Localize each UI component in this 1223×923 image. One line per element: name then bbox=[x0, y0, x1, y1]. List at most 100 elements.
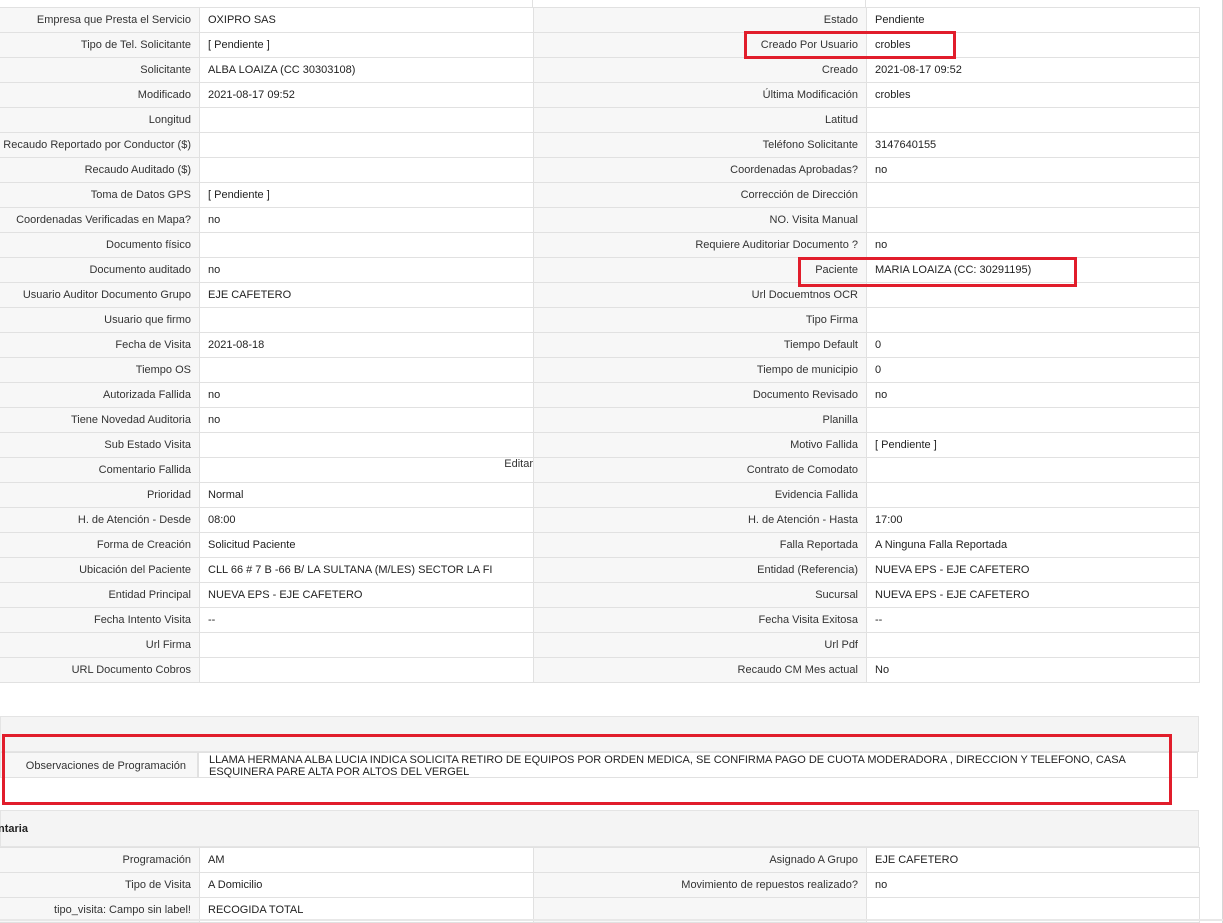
field-value: 2021-08-17 09:52 bbox=[866, 57, 1200, 83]
field-value: crobles bbox=[866, 82, 1200, 108]
table-row: Modificado 2021-08-17 09:52 Última Modific… bbox=[0, 82, 1200, 108]
field-value bbox=[866, 307, 1200, 333]
field-label: Requiere Auditoriar Documento ? bbox=[533, 232, 867, 258]
field-value: EJE CAFETERO bbox=[866, 847, 1200, 873]
observations-section-header bbox=[0, 716, 1199, 752]
field-value: NUEVA EPS - EJE CAFETERO bbox=[866, 582, 1200, 608]
field-label: Recaudo Auditado ($) bbox=[0, 157, 200, 183]
table-row: Usuario Auditor Documento Grupo EJE CAFET… bbox=[0, 282, 1200, 308]
field-label: Solicitante bbox=[0, 57, 200, 83]
field-value bbox=[866, 632, 1200, 658]
field-label: Empresa que Presta el Servicio bbox=[0, 7, 200, 33]
field-value: no bbox=[866, 157, 1200, 183]
field-value bbox=[866, 482, 1200, 508]
field-label: Forma de Creación bbox=[0, 532, 200, 558]
field-value: EJE CAFETERO bbox=[199, 282, 534, 308]
field-value: 0 bbox=[866, 332, 1200, 358]
field-value: no bbox=[199, 382, 534, 408]
table-row: Comentario Fallida Editar Contrato de Como… bbox=[0, 457, 1200, 483]
field-label: Latitud bbox=[533, 107, 867, 133]
field-value bbox=[866, 407, 1200, 433]
field-value: 17:00 bbox=[866, 507, 1200, 533]
field-value: Normal bbox=[199, 482, 534, 508]
field-value: no bbox=[199, 207, 534, 233]
field-label: H. de Atención - Desde bbox=[0, 507, 200, 533]
field-value bbox=[199, 107, 534, 133]
field-label: Motivo Fallida bbox=[533, 432, 867, 458]
field-value: 3147640155 bbox=[866, 132, 1200, 158]
field-value: [ Pendiente ] bbox=[866, 432, 1200, 458]
field-label: Ubicación del Paciente bbox=[0, 557, 200, 583]
field-label: Recaudo CM Mes actual bbox=[533, 657, 867, 683]
field-label: Coordenadas Verificadas en Mapa? bbox=[0, 207, 200, 233]
field-value: Pendiente bbox=[866, 7, 1200, 33]
table-row: Entidad Principal NUEVA EPS - EJE CAFETER… bbox=[0, 582, 1200, 608]
field-value: 0 bbox=[866, 357, 1200, 383]
field-label: Programación bbox=[0, 847, 200, 873]
edit-link[interactable]: Editar bbox=[504, 458, 533, 470]
table-row: Tiempo OS Tiempo de municipio 0 bbox=[0, 357, 1200, 383]
field-label: Estado bbox=[533, 7, 867, 33]
field-label: Evidencia Fallida bbox=[533, 482, 867, 508]
field-value: A Ninguna Falla Reportada bbox=[866, 532, 1200, 558]
field-label: Toma de Datos GPS bbox=[0, 182, 200, 208]
field-label: Documento físico bbox=[0, 232, 200, 258]
table-row: Solicitante ALBA LOAIZA (CC 30303108) Crea… bbox=[0, 57, 1200, 83]
field-label: Recaudo Reportado por Conductor ($) bbox=[0, 132, 200, 158]
table-row: Usuario que firmo Tipo Firma bbox=[0, 307, 1200, 333]
field-label: Contrato de Comodato bbox=[533, 457, 867, 483]
table-row: Sub Estado Visita Motivo Fallida[ Pendien… bbox=[0, 432, 1200, 458]
field-value bbox=[866, 182, 1200, 208]
section-header-complementaria bbox=[0, 810, 1199, 847]
field-value bbox=[866, 282, 1200, 308]
field-label: Autorizada Fallida bbox=[0, 382, 200, 408]
field-label: Tiene Novedad Auditoria bbox=[0, 407, 200, 433]
table-row: Empresa que Presta el Servicio OXIPRO SAS… bbox=[0, 7, 1200, 33]
field-label: Longitud bbox=[0, 107, 200, 133]
field-value bbox=[199, 307, 534, 333]
field-value: no bbox=[866, 382, 1200, 408]
field-value: ALBA LOAIZA (CC 30303108) bbox=[199, 57, 534, 83]
field-value: -- bbox=[199, 607, 534, 633]
field-label: Entidad (Referencia) bbox=[533, 557, 867, 583]
field-label: Sucursal bbox=[533, 582, 867, 608]
table-row: Autorizada Fallida no Documento Revisado … bbox=[0, 382, 1200, 408]
table-row: H. de Atención - Desde 08:00 H. de Atenció… bbox=[0, 507, 1200, 533]
field-value bbox=[199, 232, 534, 258]
table-row: Programación AM Asignado A Grupo EJE CAFETE… bbox=[0, 847, 1200, 873]
field-value: [ Pendiente ] bbox=[199, 32, 534, 58]
table-row: Documento físico Requiere Auditoriar Docu… bbox=[0, 232, 1200, 258]
field-value: Solicitud Paciente bbox=[199, 532, 534, 558]
field-label: Coordenadas Aprobadas? bbox=[533, 157, 867, 183]
observations-value: LLAMA HERMANA ALBA LUCIA INDICA SOLICITA… bbox=[198, 752, 1198, 778]
observations-label: Observaciones de Programación bbox=[0, 752, 198, 778]
field-value bbox=[199, 632, 534, 658]
field-label: Documento auditado bbox=[0, 257, 200, 283]
table-row: Tiene Novedad Auditoria no Planilla bbox=[0, 407, 1200, 433]
field-value: no bbox=[866, 232, 1200, 258]
field-label: Asignado A Grupo bbox=[533, 847, 867, 873]
field-label: Tipo Firma bbox=[533, 307, 867, 333]
field-value bbox=[199, 157, 534, 183]
field-value bbox=[866, 457, 1200, 483]
field-label: Sub Estado Visita bbox=[0, 432, 200, 458]
field-value: No bbox=[866, 657, 1200, 683]
field-value: A Domicilio bbox=[199, 872, 534, 898]
field-label: Usuario Auditor Documento Grupo bbox=[0, 282, 200, 308]
field-value: [ Pendiente ] bbox=[199, 182, 534, 208]
field-value: crobles bbox=[866, 32, 1200, 58]
bottom-edge bbox=[0, 919, 1223, 921]
field-value bbox=[199, 132, 534, 158]
field-value: MARIA LOAIZA (CC: 30291195) bbox=[866, 257, 1200, 283]
section-title: ntaria bbox=[0, 823, 28, 835]
field-label: Modificado bbox=[0, 82, 200, 108]
field-value: 2021-08-17 09:52 bbox=[199, 82, 534, 108]
field-value: no bbox=[866, 872, 1200, 898]
field-value: no bbox=[199, 407, 534, 433]
field-label: Creado bbox=[533, 57, 867, 83]
table-row: Longitud Latitud bbox=[0, 107, 1200, 133]
field-value bbox=[199, 657, 534, 683]
field-label: Entidad Principal bbox=[0, 582, 200, 608]
field-value: AM bbox=[199, 847, 534, 873]
table-row: Recaudo Auditado ($) Coordenadas Aprobada… bbox=[0, 157, 1200, 183]
